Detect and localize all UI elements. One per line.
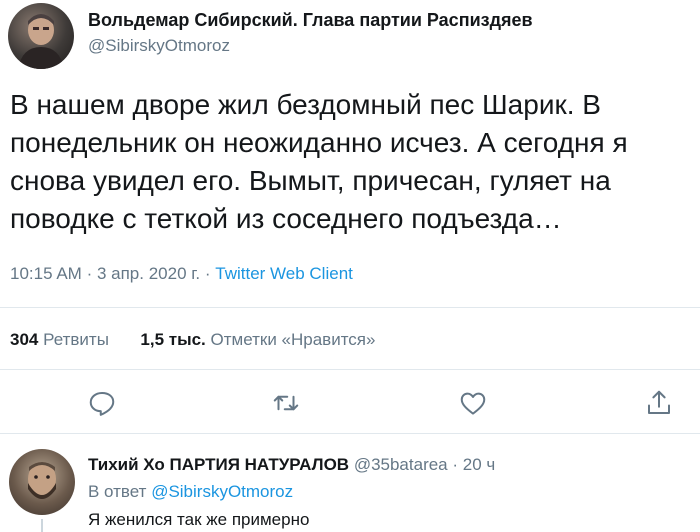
retweets-stat[interactable]: 304 Ретвиты	[10, 330, 114, 349]
author-handle[interactable]: @SibirskyOtmoroz	[88, 36, 230, 56]
divider	[0, 369, 700, 370]
likes-label: Отметки «Нравится»	[210, 330, 376, 349]
retweets-label: Ретвиты	[43, 330, 109, 349]
tweet-client[interactable]: Twitter Web Client	[215, 264, 353, 283]
retweet-icon[interactable]	[271, 388, 301, 418]
tweet-stats: 304 Ретвиты 1,5 тыс. Отметки «Нравится»	[10, 330, 375, 350]
meta-separator: ·	[86, 264, 93, 283]
reply-icon[interactable]	[87, 388, 117, 418]
reply-to-line: В ответ @SibirskyOtmoroz	[88, 482, 293, 502]
reply-author-name[interactable]: Тихий Хо ПАРТИЯ НАТУРАЛОВ	[88, 455, 349, 474]
tweet-meta: 10:15 AM · 3 апр. 2020 г. · Twitter Web …	[10, 264, 353, 284]
reply-time[interactable]: 20 ч	[463, 455, 496, 474]
meta-separator: ·	[204, 264, 211, 283]
likes-stat[interactable]: 1,5 тыс. Отметки «Нравится»	[140, 330, 375, 349]
retweets-count: 304	[10, 330, 39, 349]
like-icon[interactable]	[458, 388, 488, 418]
divider	[0, 307, 700, 308]
reply-author-handle[interactable]: @35batarea	[354, 455, 448, 474]
reply-mention-link[interactable]: @SibirskyOtmoroz	[151, 482, 293, 501]
divider	[0, 433, 700, 434]
tweet-date[interactable]: 3 апр. 2020 г.	[97, 264, 200, 283]
tweet-text: В нашем дворе жил бездомный пес Шарик. В…	[10, 89, 628, 234]
likes-count: 1,5 тыс.	[140, 330, 206, 349]
reply-text: Я женился так же примерно	[88, 510, 310, 529]
reply-header: Тихий Хо ПАРТИЯ НАТУРАЛОВ @35batarea · 2…	[88, 455, 495, 475]
share-icon[interactable]	[644, 388, 674, 418]
tweet-time[interactable]: 10:15 AM	[10, 264, 82, 283]
reply-prefix: В ответ	[88, 482, 147, 501]
reply-author-avatar[interactable]	[9, 449, 75, 515]
author-name[interactable]: Вольдемар Сибирский. Глава партии Распиз…	[88, 10, 533, 31]
author-avatar[interactable]	[8, 3, 74, 69]
thread-line	[41, 519, 43, 532]
reply-separator: ·	[452, 455, 459, 474]
